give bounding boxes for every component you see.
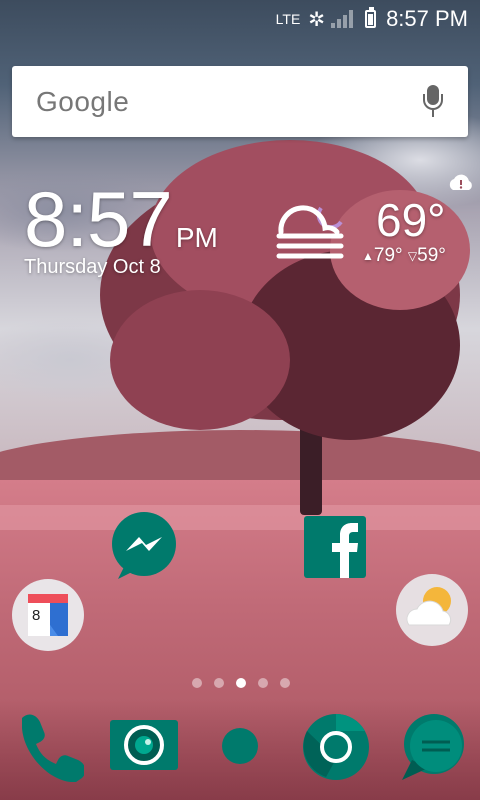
phone-icon[interactable] [14,712,84,782]
page-dot[interactable] [214,678,224,688]
facebook-icon[interactable] [304,516,366,578]
chrome-icon[interactable] [302,713,370,781]
weather-high: 79° [373,245,403,266]
google-logo: Google [36,85,130,117]
clock-date: Thursday Oct 8 [24,256,161,278]
weather-temperature[interactable]: 69° [376,193,446,247]
clock-ampm: PM [175,222,218,253]
calendar-icon[interactable]: 8 [11,578,85,652]
messages-icon[interactable] [398,714,466,782]
status-bar: LTE ✲ 8:57 PM [0,0,480,38]
signal-icon [331,10,355,28]
mic-icon[interactable] [422,84,444,119]
page-dot[interactable] [280,678,290,688]
battery-icon [365,7,377,28]
lte-icon: LTE [275,11,301,27]
app-drawer-icon[interactable] [221,727,259,765]
clock-time: 8:57 [24,175,173,263]
cloud-alert-icon[interactable] [447,172,475,192]
page-dot-active[interactable] [236,678,246,688]
calendar-badge: 8 [32,607,40,624]
fog-moon-icon[interactable] [275,192,347,262]
weather-app-icon[interactable] [395,573,469,647]
clock-widget[interactable]: 8:57 PM Thursday Oct 8 [24,180,218,279]
weather-low: 59° [417,245,446,266]
google-search-bar[interactable]: Google [12,66,468,137]
page-dot[interactable] [258,678,268,688]
messenger-icon[interactable] [108,511,180,583]
status-time: 8:57 PM [386,6,468,31]
sync-icon: ✲ [308,8,326,31]
weather-high-low: ▲79° ▽59° [362,245,446,267]
arrow-down-icon: ▽ [407,248,418,263]
page-indicator[interactable] [186,678,296,688]
wallpaper-ground-band [0,505,480,530]
arrow-up-icon: ▲ [362,248,374,263]
page-dot[interactable] [192,678,202,688]
wallpaper-tree-canopy [110,290,290,430]
camera-icon[interactable] [110,716,178,772]
